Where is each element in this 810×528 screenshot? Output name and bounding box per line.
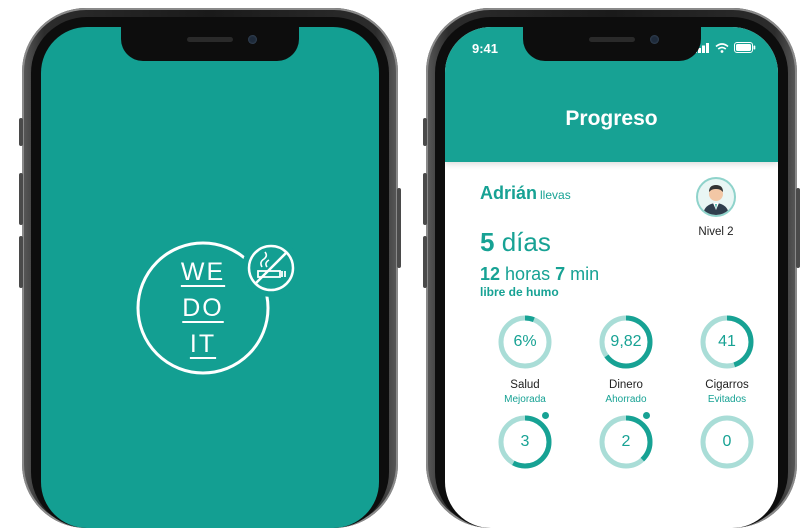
front-camera [248, 35, 257, 44]
gauge-extra-3-value: 0 [722, 433, 732, 450]
gauge-cigarettes-sublabel: Evitados [707, 394, 747, 405]
gauge-money[interactable]: 9,82 [597, 313, 655, 371]
volume-down-button [19, 236, 23, 288]
no-smoking-icon [247, 244, 295, 292]
phone-progress: 9:41 Progreso Adrián llevas Nivel 2 5 dí… [423, 8, 800, 528]
gauge-money-label: Dinero [609, 379, 643, 391]
gauge-extra-1-notification-dot [542, 412, 549, 419]
phone-splash: WE DO IT [19, 8, 401, 528]
mute-switch [19, 118, 23, 146]
status-icons [694, 42, 756, 53]
user-greeting: Adrián llevas [480, 183, 571, 204]
gauge-extra-1-value: 3 [520, 433, 530, 450]
battery-icon [734, 42, 756, 53]
speaker [187, 37, 233, 42]
splash-screen[interactable]: WE DO IT [41, 27, 379, 528]
volume-up-button [19, 173, 23, 225]
hours-unit: horas [505, 264, 551, 284]
gauge-money-sublabel: Ahorrado [605, 394, 647, 405]
greeting-suffix: llevas [540, 188, 571, 202]
gauge-extra-2-value: 2 [621, 433, 631, 450]
notch [522, 27, 701, 61]
gauge-extra-1[interactable]: 3 [496, 413, 554, 471]
gauge-health-value: 6% [513, 333, 537, 350]
gauge-extra-2-notification-dot [643, 412, 650, 419]
days-unit: días [501, 227, 551, 257]
days-counter: 5 días [480, 227, 551, 258]
hours-value: 12 [480, 264, 501, 284]
volume-down-button [423, 236, 427, 288]
power-button [796, 188, 800, 268]
notch [121, 27, 299, 61]
days-value: 5 [480, 227, 495, 257]
status-time: 9:41 [472, 41, 499, 56]
gauge-cigarettes-value: 41 [718, 333, 736, 350]
gauge-money-value: 9,82 [610, 333, 642, 350]
gauge-cigarettes-label: Cigarros [705, 379, 749, 391]
power-button [397, 188, 401, 268]
logo-line-we: WE [180, 258, 226, 286]
gauge-cigarettes[interactable]: 41 [698, 313, 756, 371]
gauge-extra-3[interactable]: 0 [698, 413, 756, 471]
gauge-health[interactable]: 6% [496, 313, 554, 371]
page-title: Progreso [565, 107, 658, 130]
avatar-illustration [703, 185, 729, 215]
minutes-value: 7 [555, 264, 566, 284]
logo-line-do: DO [182, 294, 224, 322]
front-camera [649, 35, 659, 44]
gauge-extra-2[interactable]: 2 [597, 413, 655, 471]
gauge-health-sublabel: Mejorada [504, 394, 546, 405]
speaker [588, 37, 635, 42]
app-logo: WE DO IT [136, 241, 311, 396]
smoke-free-caption: libre de humo [480, 285, 559, 299]
user-level: Nivel 2 [698, 226, 734, 238]
time-counter: 12 horas 7 min [480, 264, 599, 285]
gauge-health-label: Salud [510, 379, 540, 391]
user-name: Adrián [480, 183, 538, 203]
wifi-icon [715, 42, 729, 53]
user-avatar-icon[interactable] [696, 177, 736, 217]
minutes-unit: min [570, 264, 600, 284]
volume-up-button [423, 173, 427, 225]
mute-switch [423, 118, 427, 146]
logo-line-it: IT [189, 330, 217, 358]
progress-screen: 9:41 Progreso Adrián llevas Nivel 2 5 dí… [445, 27, 778, 528]
